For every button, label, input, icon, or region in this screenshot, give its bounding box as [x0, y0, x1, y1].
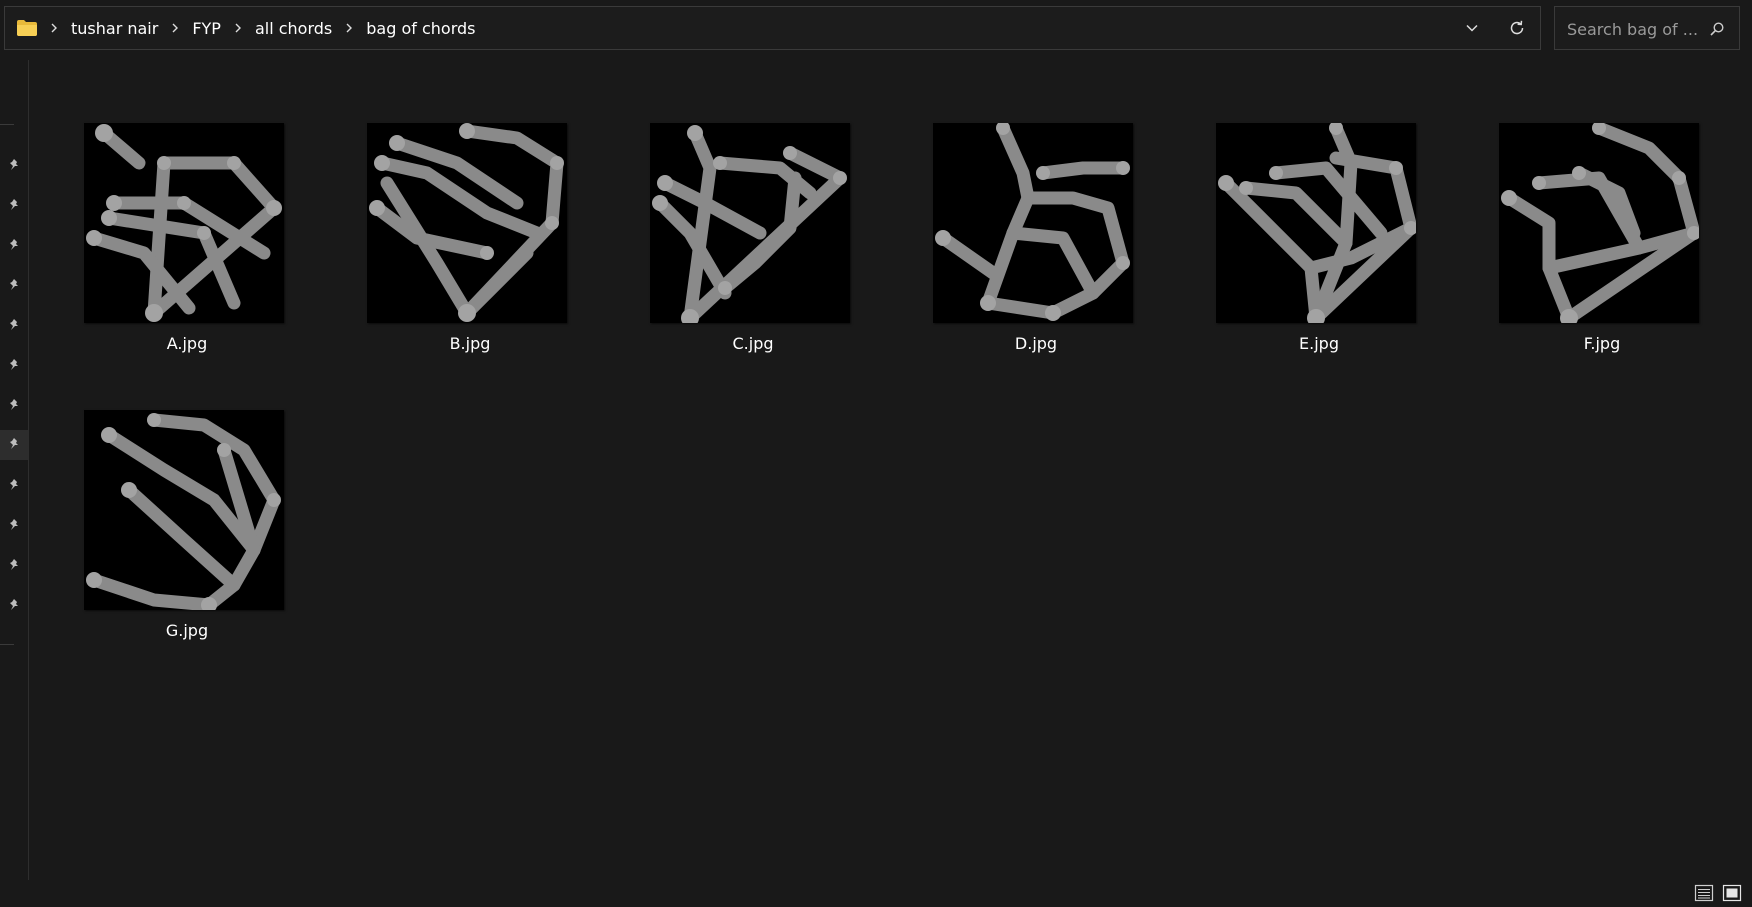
folder-icon — [16, 19, 38, 37]
pin-icon[interactable] — [8, 477, 24, 493]
file-name[interactable]: E.jpg — [1216, 334, 1422, 353]
details-view-icon[interactable] — [1694, 883, 1714, 903]
breadcrumb-item-all-chords[interactable]: all chords — [247, 19, 340, 38]
address-bar[interactable]: tushar nair FYP all chords bag of chords — [4, 6, 1541, 50]
pin-icon[interactable] — [8, 517, 24, 533]
pin-icon[interactable] — [8, 597, 24, 613]
pin-icon[interactable] — [8, 197, 24, 213]
breadcrumb: tushar nair FYP all chords bag of chords — [45, 7, 483, 49]
pin-icon[interactable] — [8, 557, 24, 573]
refresh-icon[interactable] — [1505, 16, 1529, 40]
breadcrumb-item-bag-of-chords[interactable]: bag of chords — [358, 19, 483, 38]
nav-divider — [0, 644, 14, 645]
pin-icon[interactable] — [8, 357, 24, 373]
file-name[interactable]: B.jpg — [367, 334, 573, 353]
pin-icon[interactable] — [8, 317, 24, 333]
file-name[interactable]: C.jpg — [650, 334, 856, 353]
file-thumbnail[interactable] — [1216, 123, 1416, 323]
navigation-pane — [0, 60, 29, 880]
pin-icon[interactable] — [8, 157, 24, 173]
chevron-right-icon[interactable] — [166, 19, 184, 37]
file-thumbnail[interactable] — [1499, 123, 1699, 323]
file-name[interactable]: D.jpg — [933, 334, 1139, 353]
pin-icon[interactable] — [8, 277, 24, 293]
large-icons-view-icon[interactable] — [1722, 883, 1742, 903]
search-icon[interactable] — [1709, 21, 1725, 41]
pin-icon[interactable] — [0, 430, 28, 460]
file-thumbnail[interactable] — [650, 123, 850, 323]
chevron-down-icon[interactable] — [1460, 16, 1484, 40]
file-thumbnail[interactable] — [84, 410, 284, 610]
file-name[interactable]: A.jpg — [84, 334, 290, 353]
file-name[interactable]: F.jpg — [1499, 334, 1705, 353]
file-name[interactable]: G.jpg — [84, 621, 290, 640]
chevron-right-icon[interactable] — [340, 19, 358, 37]
file-thumbnail[interactable] — [84, 123, 284, 323]
pin-icon[interactable] — [8, 397, 24, 413]
file-view: A.jpg B.jpg C.jpg D.jpg E.jpg F.jpg G.jp… — [30, 60, 1752, 880]
chevron-right-icon[interactable] — [45, 19, 63, 37]
search-input[interactable] — [1565, 16, 1709, 42]
status-bar — [0, 880, 1752, 905]
chevron-right-icon[interactable] — [229, 19, 247, 37]
breadcrumb-item-fyp[interactable]: FYP — [184, 19, 229, 38]
file-thumbnail[interactable] — [367, 123, 567, 323]
nav-divider — [0, 124, 14, 125]
file-thumbnail[interactable] — [933, 123, 1133, 323]
search-box[interactable] — [1554, 6, 1740, 50]
breadcrumb-item-tushar-nair[interactable]: tushar nair — [63, 19, 166, 38]
pin-icon[interactable] — [8, 237, 24, 253]
